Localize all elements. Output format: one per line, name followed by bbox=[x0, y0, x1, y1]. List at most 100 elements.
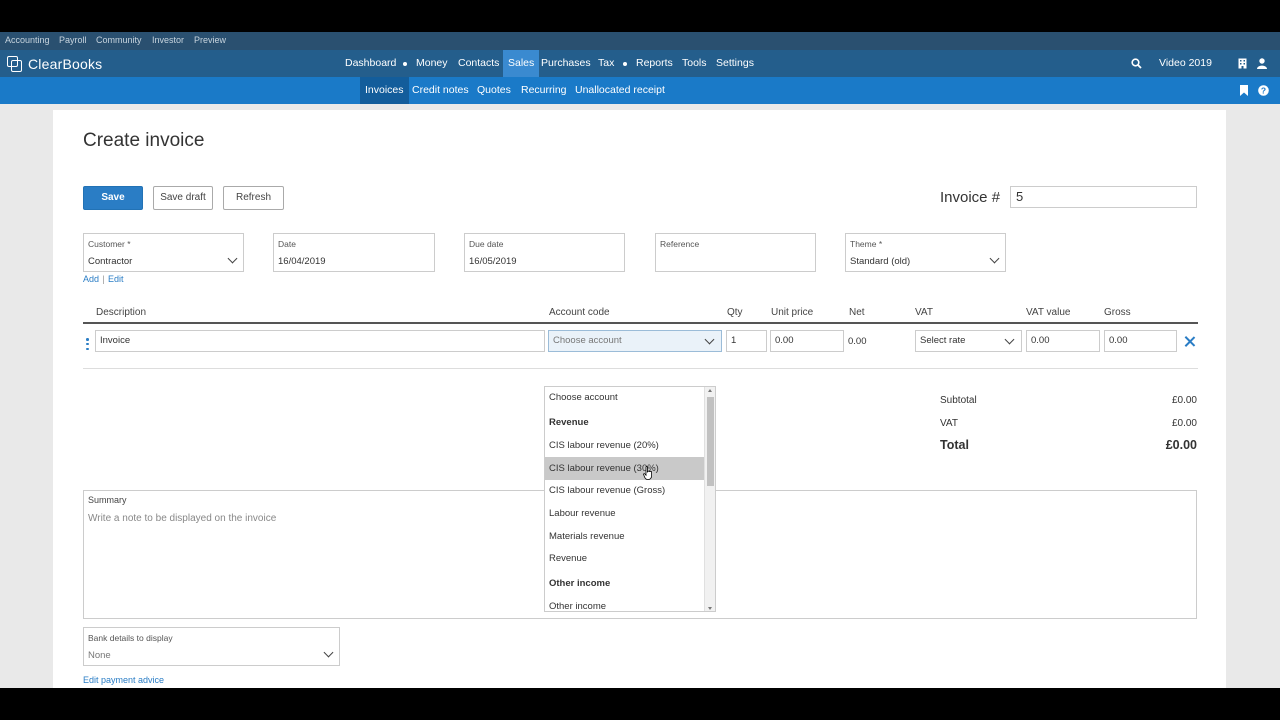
col-unit-price: Unit price bbox=[771, 307, 814, 318]
help-icon[interactable]: ? bbox=[1258, 85, 1269, 99]
dropdown-option[interactable]: CIS labour revenue (Gross) bbox=[545, 479, 705, 502]
drag-handle-icon[interactable] bbox=[86, 338, 89, 350]
util-link-community[interactable]: Community bbox=[96, 35, 142, 45]
col-vat-value: VAT value bbox=[1026, 307, 1071, 318]
line-description-input[interactable]: Invoice bbox=[95, 330, 545, 352]
nav-dot bbox=[403, 62, 407, 66]
date-value: 16/04/2019 bbox=[278, 256, 326, 267]
util-link-preview[interactable]: Preview bbox=[194, 35, 226, 45]
search-icon[interactable] bbox=[1131, 58, 1142, 72]
edit-payment-advice-link[interactable]: Edit payment advice bbox=[83, 675, 164, 685]
add-customer-link[interactable]: Add bbox=[83, 274, 99, 284]
dropdown-option[interactable]: Materials revenue bbox=[545, 525, 705, 548]
theme-label: Theme * bbox=[850, 239, 883, 249]
dropdown-option[interactable]: Revenue bbox=[545, 547, 705, 570]
vat-total-label: VAT bbox=[940, 418, 958, 429]
subnav-recurring[interactable]: Recurring bbox=[516, 77, 572, 104]
clearbooks-logo-icon bbox=[7, 55, 24, 73]
nav-contacts[interactable]: Contacts bbox=[453, 50, 504, 77]
vat-value-input[interactable]: 0.00 bbox=[1026, 330, 1100, 352]
app-screen: Accounting Payroll Community Investor Pr… bbox=[0, 32, 1280, 688]
summary-label: Summary bbox=[88, 495, 127, 505]
summary-placeholder: Write a note to be displayed on the invo… bbox=[88, 513, 277, 524]
col-description: Description bbox=[96, 307, 147, 318]
vat-total-value: £0.00 bbox=[1171, 418, 1197, 429]
scroll-down-arrow-icon[interactable] bbox=[708, 607, 712, 610]
subtotal-label: Subtotal bbox=[940, 395, 977, 406]
date-label: Date bbox=[278, 239, 296, 249]
reference-label: Reference bbox=[660, 239, 700, 249]
net-value: 0.00 bbox=[848, 336, 867, 347]
util-link-accounting[interactable]: Accounting bbox=[5, 35, 50, 45]
dropdown-option[interactable]: CIS labour revenue (20%) bbox=[545, 434, 705, 457]
customer-links: Add | Edit bbox=[83, 271, 124, 285]
table-header-rule bbox=[83, 322, 1198, 324]
subnav-quotes[interactable]: Quotes bbox=[472, 77, 516, 104]
col-account-code: Account code bbox=[549, 307, 610, 318]
col-gross: Gross bbox=[1104, 307, 1131, 318]
brand-logo[interactable]: ClearBooks bbox=[7, 54, 102, 74]
edit-customer-link[interactable]: Edit bbox=[108, 274, 124, 284]
date-field[interactable]: Date 16/04/2019 bbox=[273, 233, 435, 272]
chevron-down-icon bbox=[1004, 334, 1015, 345]
scrollbar-thumb[interactable] bbox=[707, 397, 714, 486]
utility-bar: Accounting Payroll Community Investor Pr… bbox=[0, 32, 1280, 50]
nav-dot bbox=[623, 62, 627, 66]
util-link-investor[interactable]: Investor bbox=[152, 35, 184, 45]
dropdown-option-hovered[interactable]: CIS labour revenue (30%) bbox=[545, 457, 705, 480]
dropdown-group-header: Revenue bbox=[549, 417, 589, 428]
nav-tools[interactable]: Tools bbox=[677, 50, 712, 77]
bookmark-icon[interactable] bbox=[1240, 85, 1248, 99]
due-date-label: Due date bbox=[469, 239, 504, 249]
col-net: Net bbox=[849, 307, 865, 318]
qty-input[interactable]: 1 bbox=[726, 330, 767, 352]
page-title: Create invoice bbox=[83, 130, 205, 151]
chevron-down-icon bbox=[227, 253, 238, 264]
invoice-number-input[interactable]: 5 bbox=[1010, 186, 1197, 208]
unit-price-input[interactable]: 0.00 bbox=[770, 330, 844, 352]
save-draft-button[interactable]: Save draft bbox=[153, 186, 213, 210]
scroll-up-arrow-icon[interactable] bbox=[708, 389, 712, 392]
nav-sales[interactable]: Sales bbox=[503, 50, 540, 77]
bank-details-value: None bbox=[88, 650, 111, 661]
invoice-number-label: Invoice # bbox=[940, 189, 1001, 206]
refresh-button[interactable]: Refresh bbox=[223, 186, 284, 210]
dropdown-option[interactable]: Other income bbox=[545, 595, 705, 611]
hand-cursor-icon bbox=[643, 466, 652, 480]
vat-rate-select[interactable]: Select rate bbox=[915, 330, 1022, 352]
subtotal-value: £0.00 bbox=[1171, 395, 1197, 406]
nav-money[interactable]: Money bbox=[411, 50, 453, 77]
brand-name: ClearBooks bbox=[28, 56, 103, 72]
total-label: Total bbox=[940, 438, 969, 452]
account-dropdown-list[interactable]: Choose account Revenue CIS labour revenu… bbox=[544, 386, 716, 612]
nav-settings[interactable]: Settings bbox=[711, 50, 759, 77]
account-code-placeholder: Choose account bbox=[553, 335, 622, 346]
save-button[interactable]: Save bbox=[83, 186, 143, 210]
subnav-invoices[interactable]: Invoices bbox=[360, 77, 409, 104]
total-value: £0.00 bbox=[1165, 438, 1197, 452]
reference-field[interactable]: Reference bbox=[655, 233, 816, 272]
customer-select[interactable]: Customer * Contractor bbox=[83, 233, 244, 272]
dropdown-option[interactable]: Labour revenue bbox=[545, 502, 705, 525]
company-name[interactable]: Video 2019 bbox=[1154, 50, 1217, 77]
due-date-field[interactable]: Due date 16/05/2019 bbox=[464, 233, 625, 272]
nav-purchases[interactable]: Purchases bbox=[536, 50, 596, 77]
chevron-down-icon bbox=[989, 253, 1000, 264]
nav-dashboard[interactable]: Dashboard bbox=[340, 50, 401, 77]
building-icon[interactable] bbox=[1238, 58, 1247, 72]
nav-tax[interactable]: Tax bbox=[593, 50, 619, 77]
subnav-credit-notes[interactable]: Credit notes bbox=[407, 77, 474, 104]
customer-value: Contractor bbox=[88, 256, 133, 267]
remove-line-icon[interactable] bbox=[1183, 335, 1196, 348]
user-icon[interactable] bbox=[1257, 58, 1267, 72]
util-link-payroll[interactable]: Payroll bbox=[59, 35, 87, 45]
subnav-unallocated-receipt[interactable]: Unallocated receipt bbox=[570, 77, 670, 104]
theme-select[interactable]: Theme * Standard (old) bbox=[845, 233, 1006, 272]
dropdown-option[interactable]: Choose account bbox=[545, 387, 705, 409]
bank-details-select[interactable]: Bank details to display None bbox=[83, 627, 340, 666]
gross-input[interactable]: 0.00 bbox=[1104, 330, 1177, 352]
nav-reports[interactable]: Reports bbox=[631, 50, 678, 77]
account-code-select[interactable]: Choose account bbox=[548, 330, 722, 352]
dropdown-scrollbar[interactable] bbox=[704, 387, 715, 611]
vat-rate-placeholder: Select rate bbox=[920, 335, 966, 346]
